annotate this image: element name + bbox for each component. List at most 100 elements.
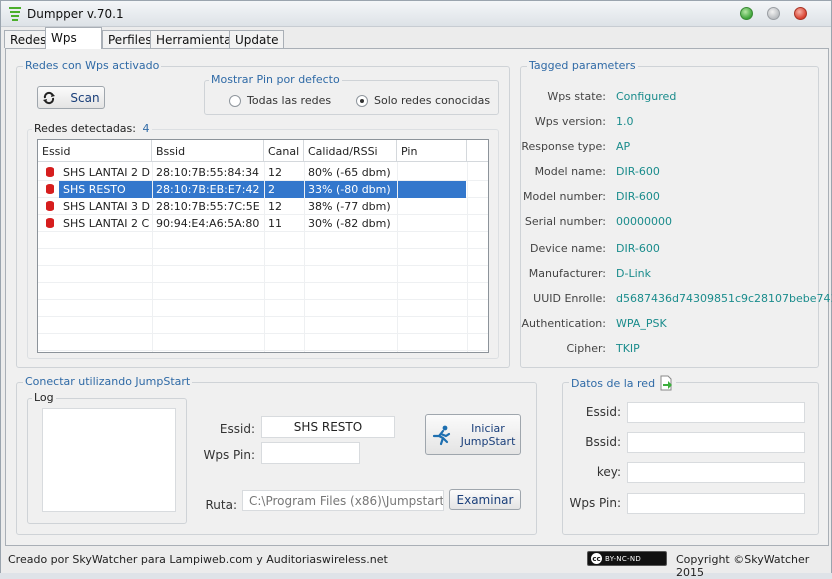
- jumpstart-group: Conectar utilizando JumpStart Log Essid:…: [16, 375, 537, 535]
- cell-pin: [397, 215, 467, 232]
- cell-calidad: 33% (-80 dbm): [308, 183, 391, 196]
- column-divider: [397, 162, 398, 352]
- maximize-button[interactable]: [767, 7, 780, 20]
- ruta-label: Ruta:: [205, 498, 237, 512]
- wps-networks-group: Redes con Wps activado Scan Mostrar Pin …: [16, 59, 510, 368]
- tagged-param-value: DIR-600: [616, 190, 660, 203]
- tagged-parameters-title: Tagged parameters: [527, 59, 638, 72]
- wps-pin-label: Wps Pin:: [203, 448, 255, 462]
- network-data-wps-pin-label: Wps Pin:: [569, 496, 621, 510]
- network-status-icon: [46, 201, 54, 211]
- tab-wps[interactable]: Wps: [45, 27, 102, 49]
- tagged-param-label: UUID Enrolle:: [533, 292, 606, 305]
- table-row[interactable]: SHS RESTO 28:10:7B:EB:E7:42 2 33% (-80 dbm): [38, 181, 488, 198]
- table-row[interactable]: SHS LANTAI 2 D 28:10:7B:55:84:34 12 80% (-6…: [38, 164, 488, 181]
- cell-essid: SHS LANTAI 2 D: [63, 166, 150, 179]
- network-data-group: Datos de la red Essid: Bssid: key: Wps Pin:: [562, 375, 819, 535]
- scan-icon: [43, 91, 56, 104]
- tagged-param-label: Cipher:: [566, 342, 607, 355]
- tab-update[interactable]: Update: [229, 30, 285, 48]
- title-bar: Dumpper v.70.1: [1, 1, 831, 27]
- column-essid[interactable]: Essid: [38, 140, 152, 162]
- column-divider: [304, 162, 305, 352]
- essid-field[interactable]: SHS RESTO: [261, 416, 395, 438]
- tagged-param-label: Serial number:: [524, 215, 606, 228]
- column-pin[interactable]: Pin: [397, 140, 467, 162]
- table-row[interactable]: [38, 232, 488, 249]
- cell-canal: 12: [268, 200, 282, 213]
- table-row[interactable]: [38, 334, 488, 351]
- examinar-button[interactable]: Examinar: [449, 489, 521, 510]
- table-row[interactable]: [38, 300, 488, 317]
- tagged-param-label: Wps state:: [547, 90, 606, 103]
- tagged-param-label: Authentication:: [521, 317, 606, 330]
- network-data-bssid-label: Bssid:: [585, 435, 621, 449]
- running-man-icon: [432, 425, 450, 445]
- cell-calidad: 30% (-82 dbm): [308, 217, 391, 230]
- table-row[interactable]: [38, 317, 488, 334]
- cc-icon: cc: [591, 553, 602, 564]
- network-data-essid-field[interactable]: [627, 402, 805, 423]
- wps-pin-field[interactable]: [261, 442, 360, 464]
- show-pin-title: Mostrar Pin por defecto: [209, 73, 342, 86]
- log-group: Log: [27, 391, 187, 524]
- jumpstart-title: Conectar utilizando JumpStart: [23, 375, 193, 388]
- table-row[interactable]: [38, 266, 488, 283]
- tagged-param-value: WPA_PSK: [616, 317, 667, 330]
- window-title: Dumpper v.70.1: [27, 7, 124, 21]
- credits-text: Creado por SkyWatcher para Lampiweb.com …: [8, 553, 388, 566]
- cell-bssid: 28:10:7B:55:7C:5E: [156, 200, 260, 213]
- ruta-field[interactable]: C:\Program Files (x86)\Jumpstart: [242, 490, 444, 511]
- table-row[interactable]: [38, 283, 488, 300]
- detected-networks-label: Redes detectadas:: [34, 122, 136, 135]
- table-row[interactable]: [38, 249, 488, 266]
- column-canal[interactable]: Canal: [264, 140, 304, 162]
- jumpstart-label: JumpStart: [460, 434, 516, 448]
- tagged-param-label: Response type:: [521, 140, 606, 153]
- network-data-key-field[interactable]: [627, 462, 805, 483]
- column-bssid[interactable]: Bssid: [152, 140, 264, 162]
- iniciar-jumpstart-button[interactable]: Iniciar JumpStart: [425, 414, 521, 455]
- tagged-param-label: Model name:: [534, 165, 606, 178]
- cell-bssid: 90:94:E4:A6:5A:80: [156, 217, 260, 230]
- cell-bssid: 28:10:7B:55:84:34: [156, 166, 260, 179]
- detected-networks-count: 4: [142, 122, 150, 135]
- cell-canal: 2: [268, 183, 275, 196]
- show-pin-group: Mostrar Pin por defecto Todas las redes …: [204, 73, 499, 115]
- scan-button[interactable]: Scan: [37, 86, 105, 109]
- export-icon[interactable]: [658, 375, 674, 391]
- cell-essid: SHS LANTAI 2 C: [63, 217, 150, 230]
- radio-button-checked[interactable]: [356, 94, 368, 107]
- tagged-param-value: DIR-600: [616, 165, 660, 178]
- radio-solo-redes-conocidas[interactable]: Solo redes conocidas: [356, 94, 490, 107]
- cell-essid: SHS LANTAI 3 D: [63, 200, 150, 213]
- copyright-text: Copyright ©SkyWatcher 2015: [676, 553, 810, 579]
- network-data-bssid-field[interactable]: [627, 432, 805, 453]
- radio-label: Todas las redes: [247, 94, 332, 107]
- network-data-title: Datos de la red: [571, 376, 656, 390]
- creative-commons-badge[interactable]: cc BY-NC-ND: [587, 551, 667, 566]
- cell-calidad: 80% (-65 dbm): [308, 166, 391, 179]
- table-row[interactable]: SHS LANTAI 3 D 28:10:7B:55:7C:5E 12 38% (-7…: [38, 198, 488, 215]
- tagged-param-value: D-Link: [616, 267, 651, 280]
- status-bar: Creado por SkyWatcher para Lampiweb.com …: [1, 547, 831, 579]
- tagged-param-value: Configured: [616, 90, 677, 103]
- log-textarea[interactable]: [42, 408, 176, 512]
- networks-table[interactable]: Essid Bssid Canal Calidad/RSSi Pin SHS L…: [37, 139, 489, 353]
- network-data-wps-pin-field[interactable]: [627, 493, 805, 514]
- iniciar-label: Iniciar: [471, 421, 505, 435]
- cell-pin: [397, 164, 467, 181]
- app-window: Dumpper v.70.1 Redes Wps Perfiles Herram…: [0, 0, 832, 579]
- table-row[interactable]: SHS LANTAI 2 C 90:94:E4:A6:5A:80 11 30% (-8…: [38, 215, 488, 232]
- column-calidad[interactable]: Calidad/RSSi: [304, 140, 397, 162]
- network-status-icon: [46, 218, 54, 228]
- tagged-param-value: 00000000: [616, 215, 672, 228]
- table-header: Essid Bssid Canal Calidad/RSSi Pin: [38, 140, 488, 162]
- radio-label: Solo redes conocidas: [374, 94, 491, 107]
- minimize-button[interactable]: [740, 7, 753, 20]
- radio-button[interactable]: [229, 94, 241, 107]
- close-button[interactable]: [794, 7, 807, 20]
- radio-todas-las-redes[interactable]: Todas las redes: [229, 94, 331, 107]
- essid-label: Essid:: [219, 422, 255, 436]
- column-divider: [264, 162, 265, 352]
